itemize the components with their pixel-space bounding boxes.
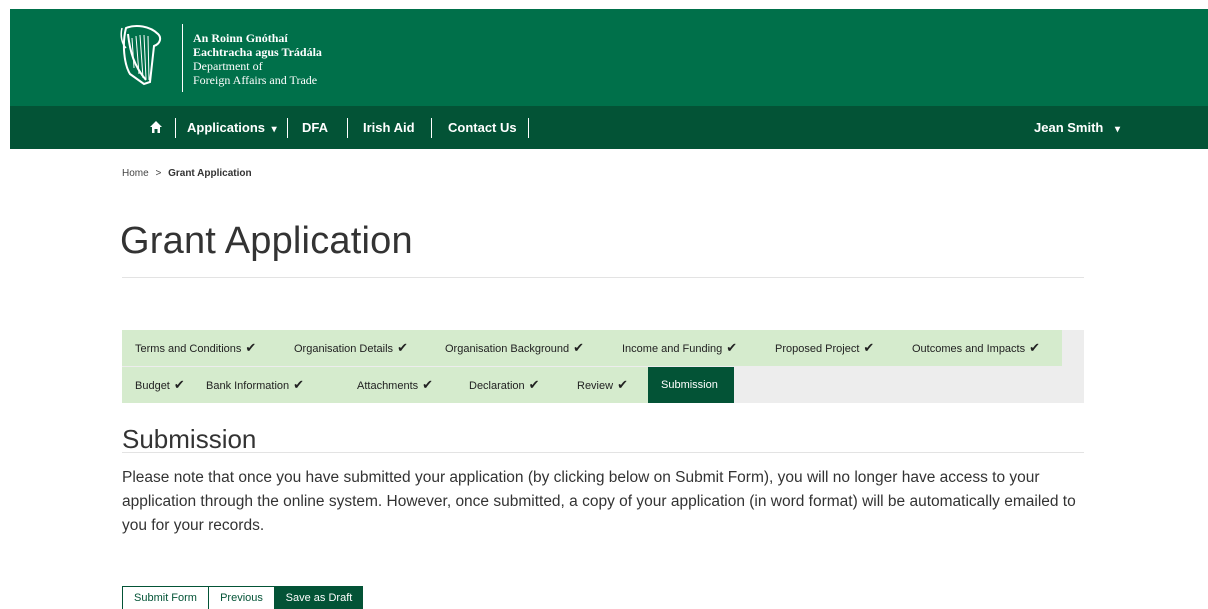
checkmark-icon: ✔ xyxy=(1029,340,1041,355)
nav-separator xyxy=(287,118,288,138)
nav-dfa[interactable]: DFA xyxy=(302,106,328,149)
step-organisation-background[interactable]: Organisation Background ✔ xyxy=(432,330,609,366)
nav-applications-label: Applications xyxy=(187,120,266,135)
previous-button[interactable]: Previous xyxy=(209,586,275,609)
caret-down-icon: ▾ xyxy=(271,124,277,135)
breadcrumb-separator: > xyxy=(155,168,162,179)
page-title: Grant Application xyxy=(120,220,413,262)
step-label: Bank Information xyxy=(206,380,290,392)
step-outcomes-and-impacts[interactable]: Outcomes and Impacts ✔ xyxy=(899,330,1062,366)
checkmark-icon: ✔ xyxy=(422,377,434,392)
step-organisation-details[interactable]: Organisation Details ✔ xyxy=(281,330,432,366)
step-label: Organisation Details xyxy=(294,343,394,355)
breadcrumb-current: Grant Application xyxy=(168,168,252,179)
checkmark-icon: ✔ xyxy=(173,377,185,392)
step-bank-information[interactable]: Bank Information ✔ xyxy=(193,367,344,403)
submission-notice: Please note that once you have submitted… xyxy=(122,469,1076,534)
step-label: Attachments xyxy=(357,380,419,392)
step-review[interactable]: Review ✔ xyxy=(564,367,648,403)
nav-separator xyxy=(528,118,529,138)
step-label: Submission xyxy=(661,379,718,391)
breadcrumb-home[interactable]: Home xyxy=(122,168,149,179)
checkmark-icon: ✔ xyxy=(573,340,585,355)
caret-down-icon: ▾ xyxy=(1114,124,1121,135)
nav-applications[interactable]: Applications ▾ xyxy=(187,106,277,149)
step-label: Review xyxy=(577,380,614,392)
step-proposed-project[interactable]: Proposed Project ✔ xyxy=(762,330,899,366)
breadcrumb: Home > Grant Application xyxy=(122,168,252,179)
step-declaration[interactable]: Declaration ✔ xyxy=(456,367,564,403)
checkmark-icon: ✔ xyxy=(863,340,875,355)
department-logo-text: An Roinn Gnóthaí Eachtracha agus Trádála… xyxy=(193,31,322,87)
section-divider xyxy=(122,452,1084,453)
checkmark-icon: ✔ xyxy=(726,340,738,355)
submit-form-button[interactable]: Submit Form xyxy=(122,586,209,609)
nav-separator xyxy=(175,118,176,138)
nav-separator xyxy=(431,118,432,138)
user-name: Jean Smith xyxy=(1034,120,1104,135)
checkmark-icon: ✔ xyxy=(245,340,257,355)
harp-icon xyxy=(120,25,162,86)
logo-divider xyxy=(182,24,183,92)
checkmark-icon: ✔ xyxy=(397,340,408,355)
nav-separator xyxy=(347,118,348,138)
step-submission[interactable]: Submission xyxy=(648,367,734,403)
checkmark-icon: ✔ xyxy=(528,377,540,392)
checkmark-icon: ✔ xyxy=(617,377,628,392)
title-divider xyxy=(122,277,1084,278)
logo-line-english-1: Department of xyxy=(193,59,263,73)
checkmark-icon: ✔ xyxy=(293,377,305,392)
step-label: Outcomes and Impacts xyxy=(912,343,1026,355)
nav-contact-us[interactable]: Contact Us xyxy=(448,106,517,149)
step-label: Terms and Conditions xyxy=(135,343,242,355)
save-as-draft-button[interactable]: Save as Draft xyxy=(275,586,363,609)
site-header: An Roinn Gnóthaí Eachtracha agus Trádála… xyxy=(10,9,1208,106)
step-income-and-funding[interactable]: Income and Funding ✔ xyxy=(609,330,762,366)
step-attachments[interactable]: Attachments ✔ xyxy=(344,367,456,403)
step-budget[interactable]: Budget ✔ xyxy=(122,367,193,403)
application-steps: Terms and Conditions ✔ Organisation Detai… xyxy=(122,330,1084,403)
nav-irish-aid[interactable]: Irish Aid xyxy=(363,106,415,149)
step-label: Proposed Project xyxy=(775,343,860,355)
logo-line-irish-1: An Roinn Gnóthaí xyxy=(193,31,288,45)
step-label: Income and Funding xyxy=(622,343,723,355)
step-label: Budget xyxy=(135,380,170,392)
step-terms-and-conditions[interactable]: Terms and Conditions ✔ xyxy=(122,330,281,366)
user-menu[interactable]: Jean Smith ▾ xyxy=(1034,106,1120,149)
step-label: Organisation Background xyxy=(445,343,570,355)
home-icon[interactable] xyxy=(149,120,163,134)
step-label: Declaration xyxy=(469,380,525,392)
main-navbar: Applications ▾ DFA Irish Aid Contact Us … xyxy=(10,106,1208,149)
section-title: Submission xyxy=(122,424,257,454)
logo-line-english-2: Foreign Affairs and Trade xyxy=(193,73,318,87)
logo-line-irish-2: Eachtracha agus Trádála xyxy=(193,45,322,59)
